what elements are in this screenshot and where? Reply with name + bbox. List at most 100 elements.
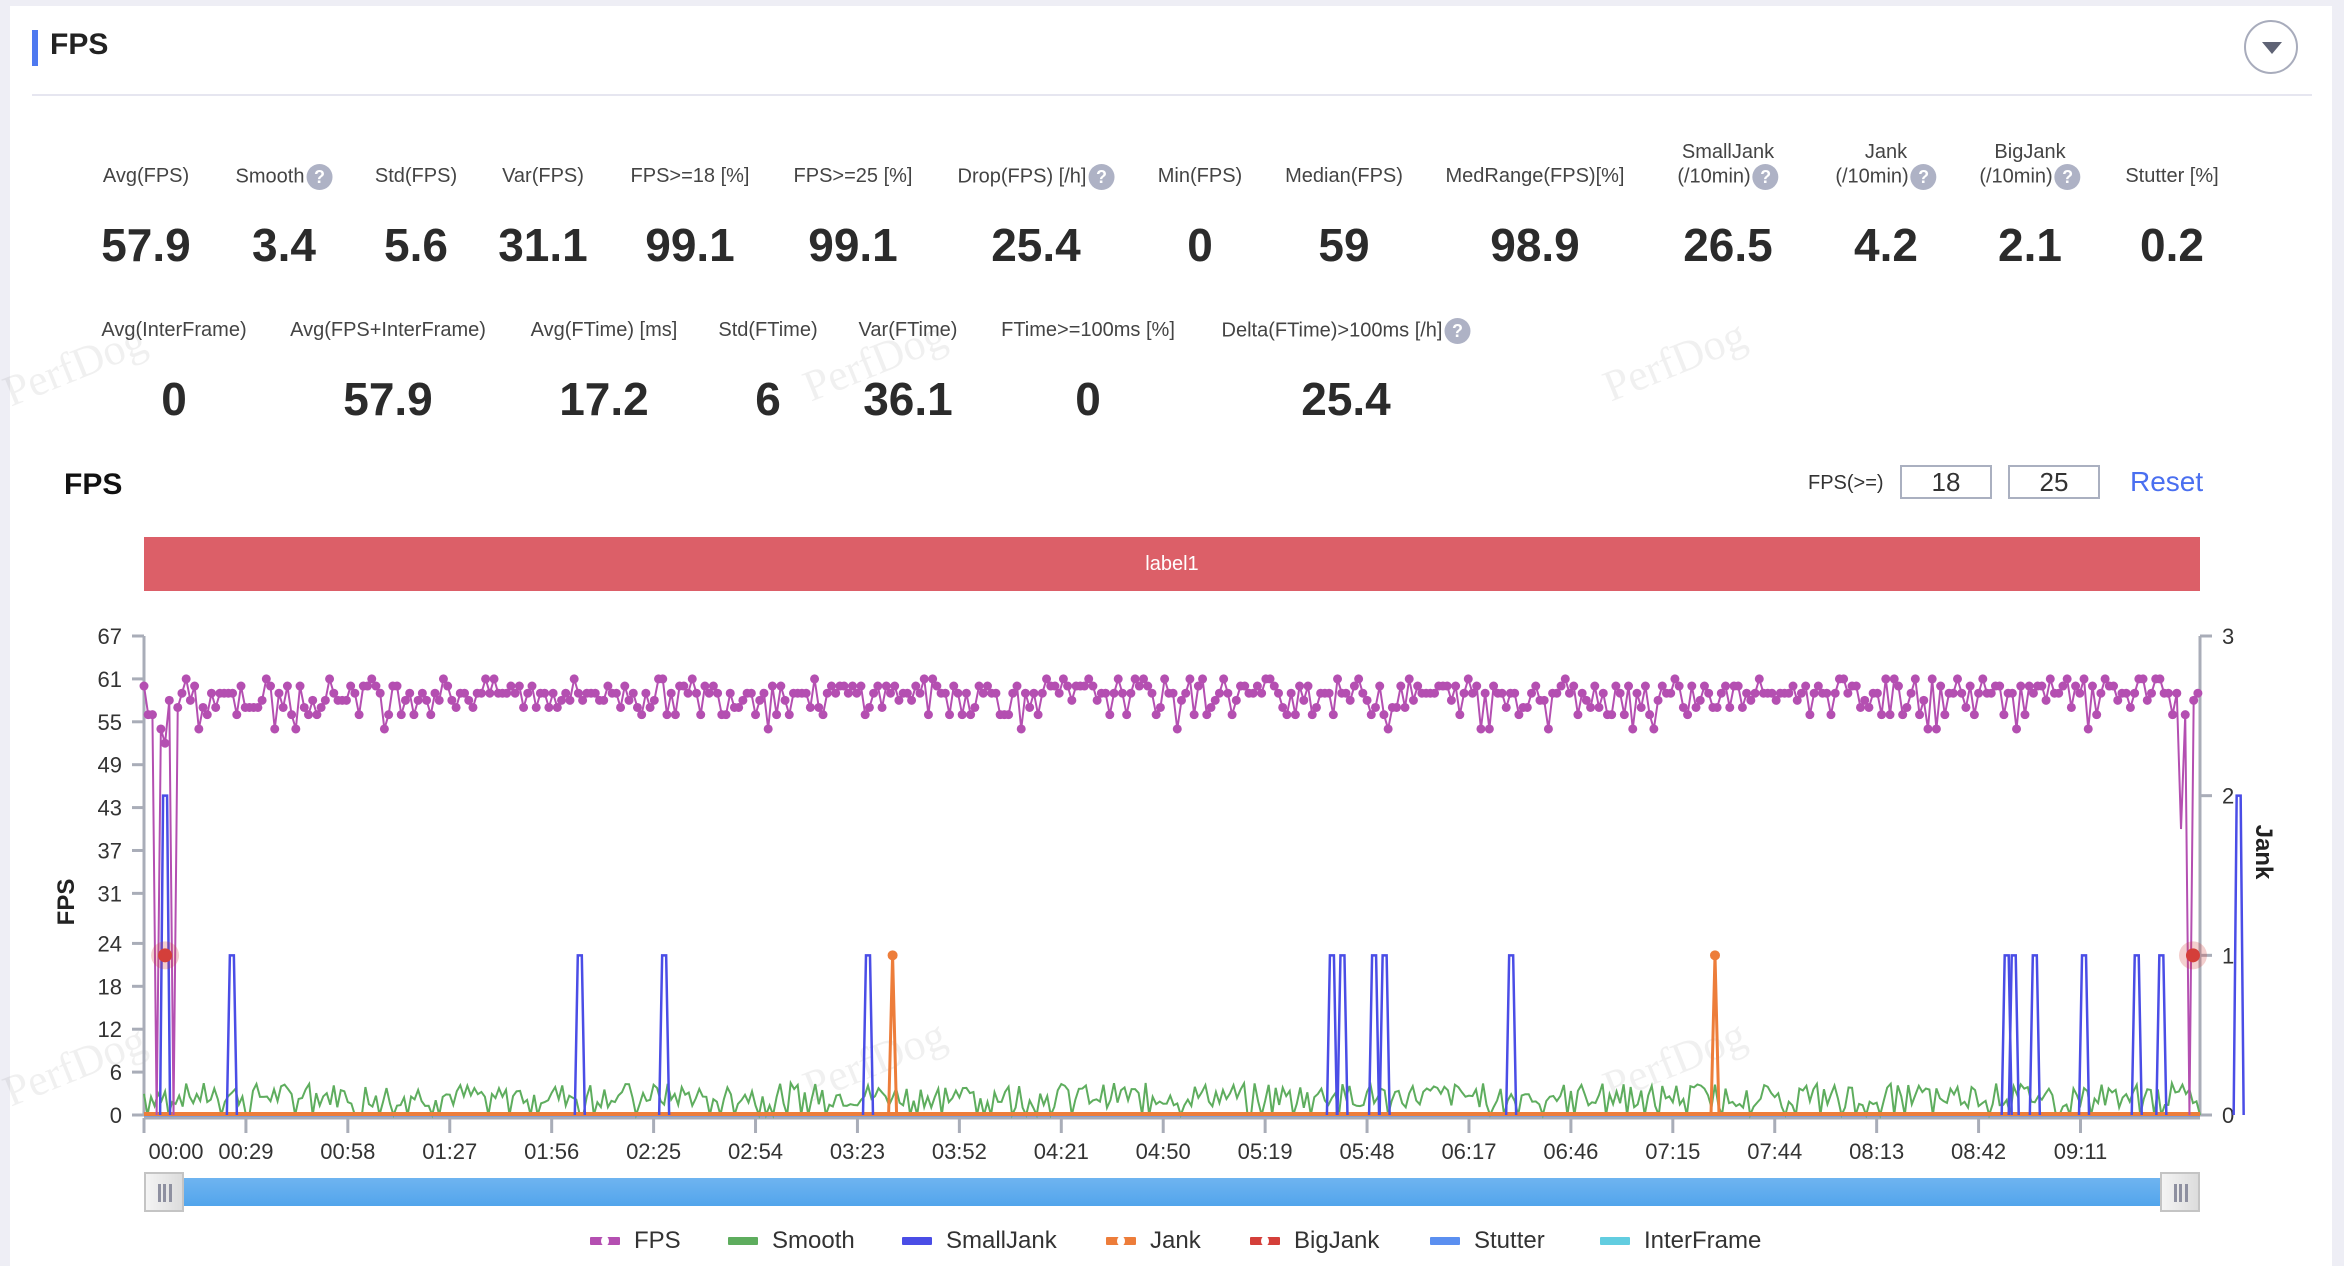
x-tick-label: 04:21 [1034,1139,1089,1164]
y2-axis-label: Jank [2250,825,2277,880]
fps-point [1923,724,1933,734]
fps-point [1383,724,1393,734]
fps-point [1965,681,1975,691]
fps-point [691,688,701,698]
x-tick-label: 08:42 [1951,1139,2006,1164]
fps-point [1484,724,1494,734]
y-tick-label: 0 [110,1103,122,1128]
slider-handle-left[interactable] [144,1172,184,1212]
fps-point [1594,702,1604,712]
fps-point [548,688,558,698]
fps-point [177,688,187,698]
fps-point [1328,710,1338,720]
fps-point [1632,688,1642,698]
fps-point [1105,710,1115,720]
fps-point [1160,674,1170,684]
fps-point [2121,688,2131,698]
fps-point [1282,710,1292,720]
legend-item-jank[interactable]: Jank [1106,1226,1201,1256]
x-tick-label: 05:19 [1238,1139,1293,1164]
fps-point [1463,674,1473,684]
fps-point [1295,681,1305,691]
fps-point [1198,674,1208,684]
fps-point [1012,681,1022,691]
legend-item-smooth[interactable]: Smooth [728,1226,855,1256]
legend-item-interframe[interactable]: InterFrame [1600,1226,1761,1256]
fps-point [320,695,330,705]
fps-point [1649,724,1659,734]
fps-point [1590,681,1600,691]
legend-swatch-icon [1250,1236,1280,1246]
legend-item-fps[interactable]: FPS [590,1226,681,1256]
fps-point [392,681,402,691]
fps-point [1354,674,1364,684]
fps-point [907,695,917,705]
x-tick-label: 04:50 [1136,1139,1191,1164]
fps-point [1400,702,1410,712]
fps-point [2146,688,2156,698]
fps-point [1598,688,1608,698]
fps-point [1864,702,1874,712]
fps-point [2016,681,2026,691]
fps-point [1020,688,1030,698]
fps-point [2168,710,2178,720]
fps-point [776,681,786,691]
fps-point [2087,681,2097,691]
x-tick-label: 01:27 [422,1139,477,1164]
fps-point [164,695,174,705]
fps-point [266,681,276,691]
fps-point [1754,674,1764,684]
fps-point [767,681,777,691]
fps-point [687,674,697,684]
fps-point [375,688,385,698]
slider-handle-right[interactable] [2160,1172,2200,1212]
fps-point [1851,681,1861,691]
legend-item-smalljank[interactable]: SmallJank [902,1226,1057,1256]
fps-point [1476,724,1486,734]
fps-point [1560,674,1570,684]
legend-item-stutter[interactable]: Stutter [1430,1226,1545,1256]
fps-point [1733,681,1743,691]
jank-marker [887,950,898,961]
fps-point [658,674,668,684]
fps-point [1303,681,1313,691]
fps-point [1906,688,1916,698]
smalljank-spike [573,954,587,1116]
time-range-slider[interactable] [144,1172,2200,1214]
fps-point [156,724,166,734]
fps-point [1683,710,1693,720]
fps-point [1299,695,1309,705]
x-tick-label: 03:52 [932,1139,987,1164]
fps-point [354,710,364,720]
fps-point [514,681,524,691]
fps-point [1801,681,1811,691]
fps-point [1877,710,1887,720]
fps-point [443,681,453,691]
fps-point [303,710,313,720]
legend-item-bigjank[interactable]: BigJank [1250,1226,1379,1256]
fps-point [1704,688,1714,698]
fps-point [801,688,811,698]
fps-point [1286,688,1296,698]
fps-point [1910,674,1920,684]
fps-point [325,674,335,684]
fps-point [1231,695,1241,705]
fps-point [1839,674,1849,684]
fps-point [751,710,761,720]
fps-point [2075,688,2085,698]
fps-point [1607,710,1617,720]
fps-point [725,688,735,698]
fps-point [1037,688,1047,698]
fps-point [2180,710,2190,720]
fps-point [1109,688,1119,698]
fps-point [1362,695,1372,705]
fps-chart[interactable]: 0612182431374349556167012300:00 00:29 00:5… [0,0,2344,1266]
fps-point [1569,681,1579,691]
slider-track[interactable] [164,1178,2180,1206]
fps-point [670,710,680,720]
fps-point [1497,688,1507,698]
fps-point [1893,681,1903,691]
fps-point [489,674,499,684]
fps-point [2037,681,2047,691]
y-tick-label: 61 [98,667,122,692]
